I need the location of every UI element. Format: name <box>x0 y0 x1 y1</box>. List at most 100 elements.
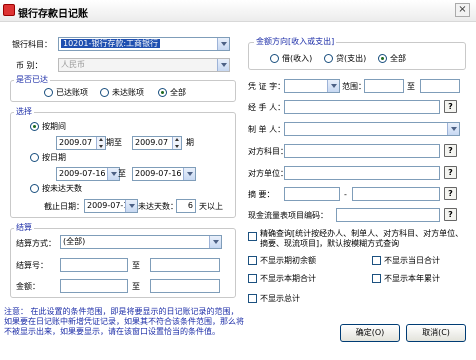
hide-grand-total-label: 不显示总计 <box>260 294 300 303</box>
date-to-label: 至 <box>118 169 126 178</box>
ok-button[interactable]: 确定(O) <box>340 324 400 342</box>
settle-no-label: 结算号： <box>16 261 48 270</box>
radio-direction-all[interactable] <box>378 54 387 63</box>
deadline-label: 截止日期： <box>44 202 84 211</box>
cashflow-input[interactable] <box>336 208 440 222</box>
range-from-input[interactable] <box>364 79 404 93</box>
settle-no-from-input[interactable] <box>60 258 128 272</box>
amount-label: 金额： <box>16 282 40 291</box>
hide-opening-checkbox[interactable] <box>248 256 257 265</box>
dialog-window: 银行存款日记账 × 银行科目： 10201-银行存款:工商银行 币 别： 人民币… <box>0 0 476 360</box>
settle-method-value: (全部) <box>63 237 86 246</box>
cancel-button[interactable]: 取消(C) <box>406 324 466 342</box>
help-icon[interactable]: ? <box>444 100 457 113</box>
settle-method-select[interactable]: (全部) <box>60 235 222 249</box>
radio-by-period[interactable] <box>30 122 39 131</box>
radio-by-unreached-days-label: 按未达天数 <box>42 184 82 193</box>
chevron-down-icon <box>183 168 195 180</box>
hide-grand-total-checkbox[interactable] <box>248 294 257 303</box>
maker-label: 制 单 人： <box>248 125 286 134</box>
help-icon[interactable]: ? <box>444 144 457 157</box>
help-icon[interactable]: ? <box>444 187 457 200</box>
date-from-value: 2009-07-16 <box>59 169 106 178</box>
handler-input[interactable] <box>284 100 440 114</box>
voucher-select[interactable] <box>284 79 340 93</box>
range-to-input[interactable] <box>420 79 460 93</box>
settle-no-to-input[interactable] <box>150 258 220 272</box>
hide-daily-total-label: 不显示当日合计 <box>384 256 440 265</box>
handler-label: 经 手 人： <box>248 103 286 112</box>
reconciled-title: 是否已达 <box>14 75 50 85</box>
counter-unit-input[interactable] <box>284 166 440 180</box>
summary-label: 摘 要： <box>248 190 275 199</box>
summary-from-input[interactable] <box>284 187 340 201</box>
unreached-days-input[interactable]: 6 <box>176 199 196 213</box>
radio-by-date[interactable] <box>30 153 39 162</box>
chevron-down-icon <box>125 200 137 212</box>
currency-select[interactable]: 人民币 <box>58 58 230 72</box>
period-suffix: 期 <box>186 138 194 147</box>
counter-subject-label: 对方科目： <box>248 147 288 156</box>
radio-credit-label: 贷(支出) <box>336 54 367 63</box>
settle-no-to-label: 至 <box>132 261 140 270</box>
radio-credit[interactable] <box>324 54 333 63</box>
period-to-label: 期至 <box>106 138 122 147</box>
amount-from-input[interactable] <box>60 279 128 293</box>
period-from-input[interactable]: 2009.07 <box>56 136 106 150</box>
amount-to-label: 至 <box>132 282 140 291</box>
date-from-select[interactable]: 2009-07-16 <box>56 167 120 181</box>
hide-period-total-checkbox[interactable] <box>248 274 257 283</box>
exact-query-checkbox[interactable] <box>248 232 257 241</box>
help-icon[interactable]: ? <box>444 166 457 179</box>
radio-reconciled-label: 已达账项 <box>56 88 88 97</box>
amount-to-input[interactable] <box>150 279 220 293</box>
period-from-value: 2009.07 <box>59 138 93 147</box>
hide-daily-total-checkbox[interactable] <box>372 256 381 265</box>
hide-period-total-label: 不显示本期合计 <box>260 274 316 283</box>
date-to-value: 2009-07-16 <box>135 169 182 178</box>
note-text: 注意： 在此设置的条件范围，即是将要显示的日记账记录的范围，如果要在日记账中新增… <box>4 307 244 336</box>
radio-direction-all-label: 全部 <box>390 54 406 63</box>
chevron-down-icon <box>217 59 229 71</box>
counter-subject-input[interactable] <box>284 144 440 158</box>
hide-opening-label: 不显示期初余额 <box>260 256 316 265</box>
chevron-down-icon <box>217 38 229 50</box>
radio-debit-label: 借(收入) <box>282 54 313 63</box>
unreached-days-label: 未达天数： <box>138 202 178 211</box>
radio-unreconciled[interactable] <box>100 88 109 97</box>
direction-title: 金额方向[收入或支出] <box>254 37 337 47</box>
currency-value: 人民币 <box>61 60 85 69</box>
period-to-input[interactable]: 2009.07 <box>132 136 182 150</box>
help-icon[interactable]: ? <box>444 208 457 221</box>
radio-reconciled-all[interactable] <box>158 88 167 97</box>
summary-to-input[interactable] <box>352 187 440 201</box>
window-title: 银行存款日记账 <box>18 9 88 20</box>
settle-method-label: 结算方式： <box>16 239 56 248</box>
bank-account-select[interactable]: 10201-银行存款:工商银行 <box>58 37 230 51</box>
hide-year-cumulative-checkbox[interactable] <box>372 274 381 283</box>
select-title: 选择 <box>14 107 34 117</box>
maker-select[interactable] <box>284 122 460 136</box>
range-to-label: 至 <box>407 82 415 91</box>
spinner-icon[interactable] <box>172 137 181 149</box>
radio-debit[interactable] <box>270 54 279 63</box>
currency-label: 币 别： <box>16 61 43 70</box>
summary-separator: - <box>344 190 347 199</box>
period-to-value: 2009.07 <box>135 138 169 147</box>
close-button[interactable]: × <box>455 3 470 17</box>
date-to-select[interactable]: 2009-07-16 <box>132 167 196 181</box>
cashflow-label: 现金流量表项目编码： <box>248 211 328 220</box>
radio-by-period-label: 按期间 <box>42 122 66 131</box>
spinner-icon[interactable] <box>96 137 105 149</box>
chevron-down-icon <box>447 123 459 135</box>
deadline-select[interactable]: 2009-07-16 <box>84 199 138 213</box>
radio-reconciled[interactable] <box>44 88 53 97</box>
exact-query-label: 精确查询[统计按经办人、制单人、对方科目、对方单位、摘要、现流项目]，默认按模糊… <box>260 229 464 248</box>
bank-account-value: 10201-银行存款:工商银行 <box>61 39 161 48</box>
range-label: 范围： <box>342 82 366 91</box>
counter-unit-label: 对方单位： <box>248 169 288 178</box>
radio-by-unreached-days[interactable] <box>30 184 39 193</box>
chevron-down-icon <box>209 236 221 248</box>
radio-reconciled-all-label: 全部 <box>170 88 186 97</box>
voucher-label: 凭 证 字： <box>248 82 286 91</box>
